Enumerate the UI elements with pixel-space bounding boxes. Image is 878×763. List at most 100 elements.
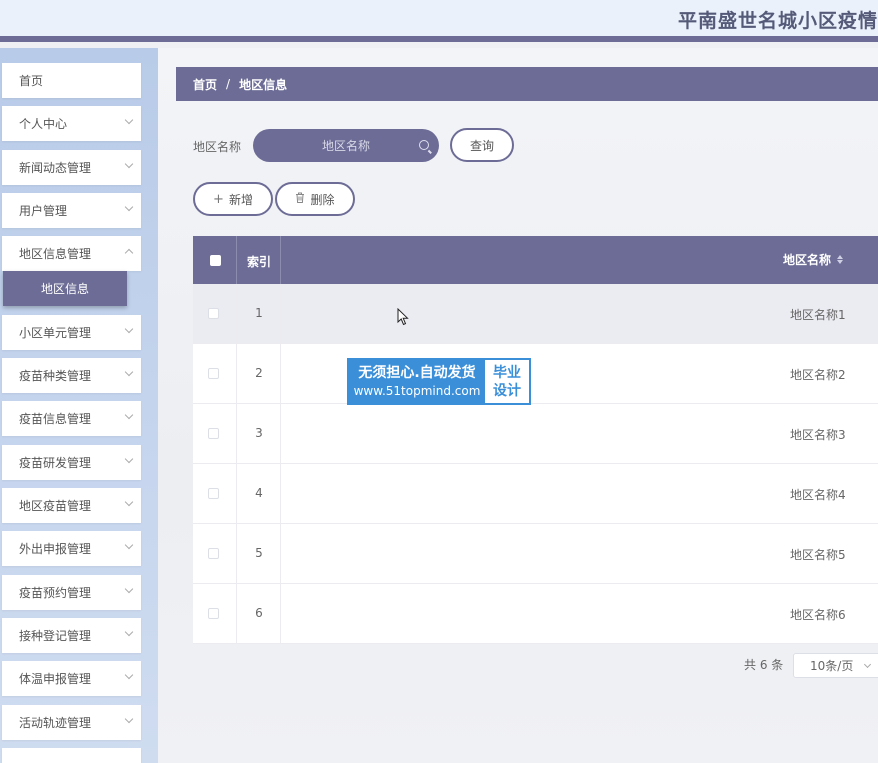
watermark-side: 毕业 设计 [485,360,529,403]
sidebar-item-vaccine-booking[interactable]: 疫苗预约管理 [2,575,141,610]
column-divider [280,236,281,284]
chevron-down-icon [124,454,134,464]
app-title: 平南盛世名城小区疫情 [677,10,878,32]
search-input[interactable] [286,138,406,153]
row-index: 4 [255,486,263,500]
table-row[interactable]: 1 地区名称1 [193,284,878,344]
sidebar-item-news[interactable]: 新闻动态管理 [2,150,141,185]
search-box[interactable] [253,129,439,162]
sidebar-item-label: 活动轨迹管理 [19,716,92,730]
table-row[interactable]: 5 地区名称5 [193,524,878,584]
sidebar: 首页 个人中心 新闻动态管理 用户管理 地区信息管理 地区信息 小区单元管理 疫… [0,48,158,763]
column-header-index: 索引 [247,255,272,269]
delete-button-label: 删除 [310,192,335,207]
breadcrumb-separator: / [226,77,231,91]
row-region-name: 地区名称4 [790,488,846,502]
sidebar-item-label: 小区单元管理 [19,326,92,340]
sidebar-item-vaccine-info[interactable]: 疫苗信息管理 [2,401,141,436]
chevron-down-icon [124,714,134,724]
sidebar-item-label: 疫苗信息管理 [19,412,92,426]
mouse-cursor-icon [397,308,409,326]
sidebar-item-label: 外出申报管理 [19,542,92,556]
sidebar-item-label: 用户管理 [19,204,68,218]
chevron-down-icon [124,627,134,637]
sidebar-item-label: 体温申报管理 [19,672,92,686]
sidebar-item-vaccination-record[interactable]: 接种登记管理 [2,618,141,653]
delete-button[interactable]: 删除 [275,182,355,216]
table-row[interactable]: 4 地区名称4 [193,464,878,524]
sidebar-item-label: 疫苗预约管理 [19,586,92,600]
data-table: 索引 地区名称 1 地区名称1 2 地区名称2 3 地区名称3 4 地区名称4 [193,236,878,644]
top-header: 平南盛世名城小区疫情 [0,0,878,42]
sidebar-item-vaccine-rd[interactable]: 疫苗研发管理 [2,445,141,480]
sidebar-item-community-unit[interactable]: 小区单元管理 [2,315,141,350]
select-all-checkbox[interactable] [210,255,221,266]
row-checkbox[interactable] [208,608,219,619]
chevron-down-icon [124,540,134,550]
main-content: 首页 / 地区信息 地区名称 查询 + 新增 删除 索引 地区名称 1 [158,48,878,763]
row-index: 1 [255,306,263,320]
sort-icon[interactable] [837,255,844,264]
table-header: 索引 地区名称 [193,236,878,284]
sidebar-item-partial[interactable] [2,748,141,763]
sidebar-item-home[interactable]: 首页 [2,63,141,98]
watermark-line2: www.51topmind.com [353,383,481,398]
search-icon[interactable] [419,140,429,150]
column-header-name-label: 地区名称 [783,253,832,267]
row-checkbox[interactable] [208,488,219,499]
watermark-right2: 设计 [493,382,521,399]
column-divider [236,236,237,284]
chevron-down-icon [124,159,134,169]
sidebar-item-outing-report[interactable]: 外出申报管理 [2,531,141,566]
watermark-badge: 无须担心.自动发货 www.51topmind.com 毕业 设计 [347,358,531,405]
query-button[interactable]: 查询 [450,128,514,162]
sidebar-item-region-info[interactable]: 地区信息管理 [2,236,141,271]
query-button-label: 查询 [469,138,494,153]
search-label: 地区名称 [193,140,242,154]
sidebar-item-personal-center[interactable]: 个人中心 [2,106,141,141]
sidebar-subitem-region-info[interactable]: 地区信息 [3,271,127,306]
breadcrumb: 首页 / 地区信息 [176,67,878,101]
chevron-down-icon [124,670,134,680]
row-checkbox[interactable] [208,368,219,379]
breadcrumb-home[interactable]: 首页 [193,76,217,93]
row-region-name: 地区名称6 [790,608,846,622]
row-region-name: 地区名称2 [790,368,846,382]
add-button[interactable]: + 新增 [193,182,273,216]
table-row[interactable]: 3 地区名称3 [193,404,878,464]
sidebar-item-label: 疫苗种类管理 [19,369,92,383]
sidebar-item-label: 首页 [19,74,44,88]
watermark-right1: 毕业 [493,364,521,381]
add-button-label: 新增 [228,192,253,207]
row-index: 3 [255,426,263,440]
column-header-name[interactable]: 地区名称 [783,251,844,268]
sidebar-item-label: 地区信息管理 [19,247,92,261]
chevron-down-icon [124,202,134,212]
sidebar-item-region-vaccine[interactable]: 地区疫苗管理 [2,488,141,523]
table-row[interactable]: 2 地区名称2 [193,344,878,404]
page-size-select[interactable]: 10条/页 [793,653,878,678]
sidebar-item-label: 疫苗研发管理 [19,456,92,470]
sidebar-item-label: 接种登记管理 [19,629,92,643]
sidebar-item-vaccine-type[interactable]: 疫苗种类管理 [2,358,141,393]
sidebar-item-temperature[interactable]: 体温申报管理 [2,661,141,696]
chevron-down-icon [124,410,134,420]
breadcrumb-current: 地区信息 [239,77,288,92]
row-region-name: 地区名称3 [790,428,846,442]
row-index: 2 [255,366,263,380]
row-checkbox[interactable] [208,548,219,559]
sidebar-item-users[interactable]: 用户管理 [2,193,141,228]
chevron-down-icon [124,497,134,507]
watermark-text: 无须担心.自动发货 www.51topmind.com [349,360,485,403]
row-index: 5 [255,546,263,560]
row-region-name: 地区名称1 [790,308,846,322]
chevron-up-icon [124,248,134,258]
trash-icon [295,192,305,207]
sidebar-item-activity-track[interactable]: 活动轨迹管理 [2,705,141,740]
row-checkbox[interactable] [208,308,219,319]
row-checkbox[interactable] [208,428,219,439]
chevron-down-icon [124,324,134,334]
table-row[interactable]: 6 地区名称6 [193,584,878,644]
chevron-down-icon [124,367,134,377]
plus-icon: + [213,191,224,207]
